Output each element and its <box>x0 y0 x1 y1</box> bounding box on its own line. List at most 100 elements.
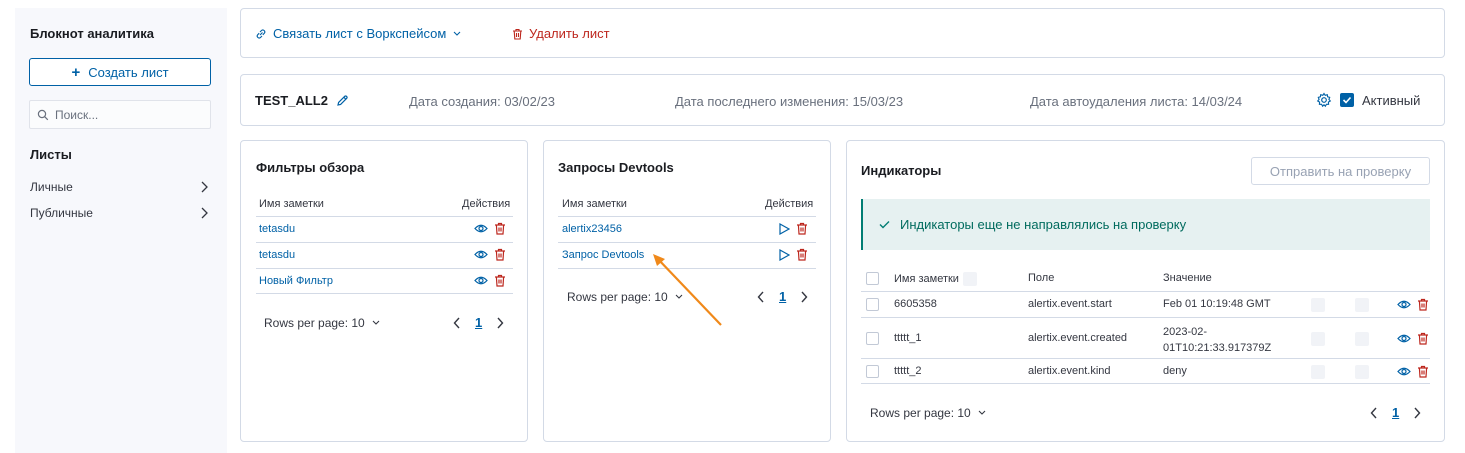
prev-page-icon[interactable] <box>757 291 765 303</box>
annotation-arrow <box>653 254 722 326</box>
devtools-col-name: Имя заметки <box>562 198 627 210</box>
delete-sheet-button[interactable]: Удалить лист <box>512 26 610 41</box>
indicator-field: alertix.event.start <box>1028 298 1112 310</box>
gear-icon[interactable] <box>1316 92 1332 108</box>
row-divider <box>861 383 1430 384</box>
row-divider <box>558 242 816 243</box>
next-page-icon[interactable] <box>496 317 504 329</box>
row-divider <box>558 216 816 217</box>
row-toggle[interactable] <box>1311 298 1325 312</box>
page-number[interactable]: 1 <box>1392 405 1399 420</box>
chevron-down-icon <box>977 409 987 417</box>
row-actions <box>474 274 506 287</box>
plus-icon: + <box>71 63 81 81</box>
devtools-title: Запросы Devtools <box>558 160 674 175</box>
row-divider <box>256 293 513 294</box>
row-actions <box>1397 332 1429 345</box>
next-page-icon[interactable] <box>800 291 808 303</box>
eye-icon[interactable] <box>1397 333 1411 344</box>
link-workspace-label: Связать лист с Воркспейсом <box>273 26 447 41</box>
indicator-field: alertix.event.created <box>1028 332 1128 344</box>
row-checkbox[interactable] <box>866 298 879 311</box>
indicator-value: Feb 01 10:19:48 GMT <box>1163 298 1271 310</box>
rows-per-page-select[interactable]: Rows per page: 10 <box>264 316 381 330</box>
delete-sheet-label: Удалить лист <box>529 26 610 41</box>
trash-icon[interactable] <box>1417 298 1429 311</box>
pagination: 1 <box>757 289 808 304</box>
trash-icon[interactable] <box>494 274 506 287</box>
indicator-name: 6605358 <box>894 298 937 310</box>
eye-icon[interactable] <box>1397 366 1411 377</box>
devtools-link-1[interactable]: alertix23456 <box>562 223 622 235</box>
indicators-col-name: Имя заметки <box>894 272 977 286</box>
pagination: 1 <box>1370 405 1421 420</box>
row-actions <box>1397 298 1429 311</box>
row-actions <box>474 248 506 261</box>
next-page-icon[interactable] <box>1413 407 1421 419</box>
chevron-down-icon <box>452 30 462 38</box>
devtools-col-actions: Действия <box>765 198 814 210</box>
sidebar-item-public[interactable]: Публичные <box>30 204 208 222</box>
filter-link-1[interactable]: tetasdu <box>259 223 295 235</box>
play-icon[interactable] <box>778 248 790 261</box>
eye-icon[interactable] <box>474 249 488 260</box>
row-toggle[interactable] <box>1311 332 1325 346</box>
row-checkbox[interactable] <box>866 332 879 345</box>
col-name-label: Имя заметки <box>894 273 959 285</box>
row-toggle[interactable] <box>1311 365 1325 379</box>
indicator-value: 2023-02- 01T10:21:33.917379Z <box>1163 324 1271 356</box>
row-checkbox[interactable] <box>866 365 879 378</box>
trash-icon[interactable] <box>494 248 506 261</box>
page-number[interactable]: 1 <box>475 315 482 330</box>
link-workspace-button[interactable]: Связать лист с Воркспейсом <box>255 26 462 41</box>
sort-icon[interactable] <box>962 272 977 286</box>
devtools-link-2[interactable]: Запрос Devtools <box>562 249 644 261</box>
trash-icon[interactable] <box>1417 332 1429 345</box>
active-toggle[interactable]: Активный <box>1316 92 1420 108</box>
page-number[interactable]: 1 <box>779 289 786 304</box>
search-input[interactable] <box>55 107 205 122</box>
chevron-right-icon <box>200 181 208 193</box>
eye-icon[interactable] <box>474 275 488 286</box>
sidebar-item-personal[interactable]: Личные <box>30 178 208 196</box>
indicator-value-line: 2023-02- <box>1163 326 1208 338</box>
link-icon <box>255 28 267 40</box>
trash-icon[interactable] <box>796 222 808 235</box>
indicator-field: alertix.event.kind <box>1028 365 1111 377</box>
search-box[interactable] <box>29 100 211 129</box>
trash-icon[interactable] <box>1417 365 1429 378</box>
row-divider <box>861 317 1430 318</box>
select-all-checkbox[interactable] <box>866 272 879 285</box>
trash-icon[interactable] <box>494 222 506 235</box>
pagination: 1 <box>453 315 504 330</box>
indicator-value-line: 01T10:21:33.917379Z <box>1163 342 1272 354</box>
row-toggle[interactable] <box>1355 365 1369 379</box>
row-divider <box>861 358 1430 359</box>
create-sheet-label: Создать лист <box>88 64 169 80</box>
play-icon[interactable] <box>778 222 790 235</box>
row-divider <box>861 291 1430 292</box>
indicator-value: deny <box>1163 365 1187 377</box>
rows-per-page-select[interactable]: Rows per page: 10 <box>870 406 987 420</box>
filters-panel <box>240 140 528 442</box>
send-for-review-button[interactable]: Отправить на проверку <box>1251 157 1430 185</box>
sheets-heading: Листы <box>30 147 72 162</box>
create-sheet-button[interactable]: + Создать лист <box>29 58 211 86</box>
pencil-icon[interactable] <box>336 94 349 107</box>
row-toggle[interactable] <box>1355 332 1369 346</box>
filter-link-2[interactable]: tetasdu <box>259 249 295 261</box>
eye-icon[interactable] <box>1397 299 1411 310</box>
chevron-down-icon <box>371 319 381 327</box>
prev-page-icon[interactable] <box>1370 407 1378 419</box>
eye-icon[interactable] <box>474 223 488 234</box>
active-checkbox[interactable] <box>1340 93 1354 107</box>
review-callout: Индикаторы еще не направлялись на провер… <box>861 199 1430 250</box>
created-date: Дата создания: 03/02/23 <box>409 94 555 109</box>
indicators-col-field: Поле <box>1028 272 1055 284</box>
trash-icon[interactable] <box>796 248 808 261</box>
indicators-col-value: Значение <box>1163 272 1212 284</box>
row-actions <box>474 222 506 235</box>
row-toggle[interactable] <box>1355 298 1369 312</box>
prev-page-icon[interactable] <box>453 317 461 329</box>
filter-link-3[interactable]: Новый Фильтр <box>259 275 333 287</box>
